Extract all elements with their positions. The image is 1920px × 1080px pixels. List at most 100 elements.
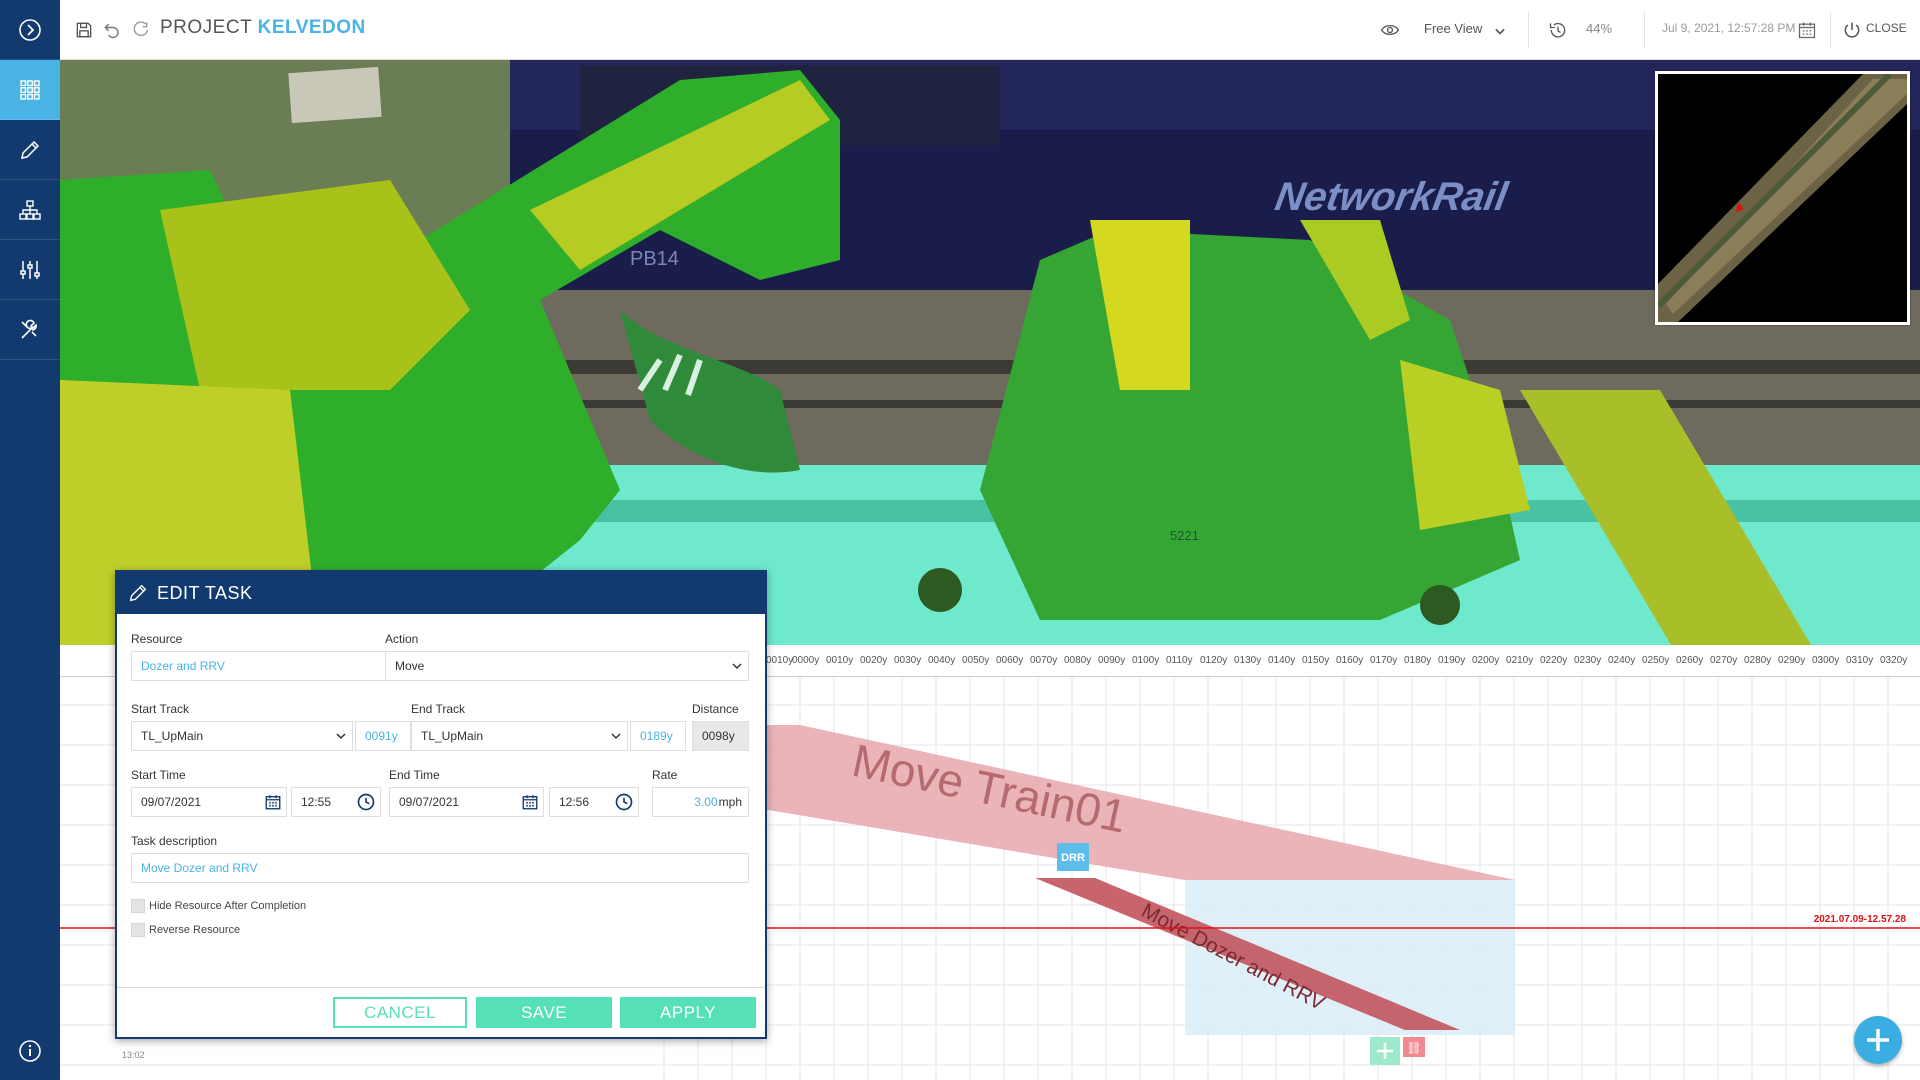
ruler-tick: 0090y [1098, 655, 1126, 666]
grid-icon [20, 79, 40, 100]
dialog-title: EDIT TASK [157, 582, 253, 603]
rate-field[interactable]: 3.00 mph [652, 787, 749, 817]
distance-field: 0098y [692, 721, 749, 751]
end-track-select[interactable]: TL_UpMain [411, 721, 628, 751]
power-icon[interactable] [1840, 18, 1864, 42]
calendar-icon[interactable] [521, 793, 539, 811]
divider [1830, 12, 1831, 48]
start-date-field[interactable]: 09/07/2021 [131, 787, 287, 817]
row-time-label: 13:02 [122, 1050, 145, 1060]
sidebar-item-grid[interactable] [0, 60, 60, 120]
resource-field[interactable]: Dozer and RRV [131, 651, 413, 681]
task-description-value: Move Dozer and RRV [141, 861, 258, 875]
ruler-tick: 0020y [860, 655, 888, 666]
calendar-icon[interactable] [264, 793, 282, 811]
edit-task-dialog: EDIT TASK Resource Dozer and RRV Action … [115, 570, 767, 1039]
sidebar-item-edit[interactable] [0, 120, 60, 180]
svg-text:⛓: ⛓ [1406, 1041, 1421, 1055]
dialog-footer: CANCEL SAVE APPLY [117, 987, 765, 1037]
history-icon[interactable] [1546, 18, 1570, 42]
scene-render: NetworkRail PB14 5221 [60, 60, 1920, 645]
end-clock-field[interactable]: 12:56 [549, 787, 639, 817]
ruler-tick: 0010y [766, 655, 794, 666]
ruler-tick: 0240y [1608, 655, 1636, 666]
save-button[interactable]: SAVE [476, 997, 612, 1028]
ruler-tick: 0210y [1506, 655, 1534, 666]
start-time-label: Start Time [131, 768, 186, 782]
end-track-label: End Track [411, 702, 466, 716]
current-datetime: Jul 9, 2021, 12:57:28 PM [1662, 21, 1796, 35]
ruler-tick: 0010y [826, 655, 854, 666]
apply-button[interactable]: APPLY [620, 997, 756, 1028]
ruler-tick: 0070y [1030, 655, 1058, 666]
ruler-tick: 0180y [1404, 655, 1432, 666]
distance-label: Distance [692, 702, 739, 716]
chevron-down-icon [732, 663, 742, 670]
rate-label: Rate [652, 768, 678, 782]
ruler-tick: 0300y [1812, 655, 1840, 666]
add-button[interactable] [1854, 1016, 1902, 1064]
eye-icon[interactable] [1378, 18, 1402, 42]
chevron-right-circle-icon [19, 18, 41, 41]
ruler-tick: 0140y [1268, 655, 1296, 666]
ruler-tick: 0120y [1200, 655, 1228, 666]
action-label: Action [385, 632, 419, 646]
action-select[interactable]: Move [385, 651, 749, 681]
clock-icon[interactable] [614, 792, 634, 812]
end-clock-value: 12:56 [559, 795, 590, 809]
end-track-position[interactable]: 0189y [630, 721, 686, 751]
pencil-icon [21, 140, 40, 159]
tools-icon [21, 319, 37, 339]
chevron-down-icon [611, 733, 621, 740]
sidebar [0, 0, 60, 1080]
ruler-tick: 0280y [1744, 655, 1772, 666]
start-clock-value: 12:55 [301, 795, 332, 809]
expand-sidebar-button[interactable] [0, 0, 60, 60]
3d-viewport[interactable]: NetworkRail PB14 5221 [60, 60, 1920, 645]
end-time-label: End Time [389, 768, 440, 782]
dialog-header: EDIT TASK [117, 572, 765, 614]
clock-icon[interactable] [356, 792, 376, 812]
start-track-position[interactable]: 0091y [355, 721, 411, 751]
loco-logo-text: NetworkRail [1272, 174, 1512, 219]
divider [1528, 12, 1529, 48]
sidebar-item-settings[interactable] [0, 240, 60, 300]
drr-badge-label: DRR [1061, 852, 1085, 864]
save-icon[interactable] [72, 18, 96, 42]
calendar-icon[interactable] [1795, 18, 1819, 42]
ruler-tick: 0030y [894, 655, 922, 666]
close-button[interactable]: CLOSE [1866, 21, 1907, 35]
start-clock-field[interactable]: 12:55 [291, 787, 381, 817]
minimap[interactable] [1655, 71, 1910, 325]
end-date-field[interactable]: 09/07/2021 [389, 787, 544, 817]
hide-resource-checkbox[interactable] [131, 899, 145, 913]
start-date-value: 09/07/2021 [141, 795, 202, 809]
chevron-down-icon[interactable] [1488, 19, 1512, 43]
top-bar: PROJECT KELVEDON Free View 44% Jul 9, 20… [60, 0, 1920, 60]
info-icon[interactable] [18, 1039, 42, 1063]
sidebar-item-hierarchy[interactable] [0, 180, 60, 240]
ruler-tick: 0220y [1540, 655, 1568, 666]
start-track-label: Start Track [131, 702, 190, 716]
view-mode-select[interactable]: Free View [1424, 21, 1482, 36]
reverse-resource-checkbox[interactable] [131, 923, 145, 937]
distance-value: 0098y [702, 729, 735, 743]
cancel-button[interactable]: CANCEL [333, 997, 467, 1028]
rate-unit: mph [718, 795, 742, 809]
sliders-icon [20, 260, 40, 279]
divider [1644, 12, 1645, 48]
end-date-value: 09/07/2021 [399, 795, 460, 809]
ruler-tick: 0250y [1642, 655, 1670, 666]
start-track-select[interactable]: TL_UpMain [131, 721, 353, 751]
rate-value: 3.00 [694, 795, 718, 809]
task-description-input[interactable]: Move Dozer and RRV [131, 853, 749, 883]
loco-number: PB14 [630, 248, 679, 270]
redo-icon[interactable] [128, 18, 152, 42]
undo-icon[interactable] [100, 18, 124, 42]
start-track-pos-value: 0091y [365, 729, 398, 743]
ruler-tick: 0150y [1302, 655, 1330, 666]
task-description-label: Task description [131, 834, 218, 848]
sidebar-item-tools[interactable] [0, 300, 60, 360]
end-track-pos-value: 0189y [640, 729, 673, 743]
minimap-image [1658, 74, 1907, 322]
